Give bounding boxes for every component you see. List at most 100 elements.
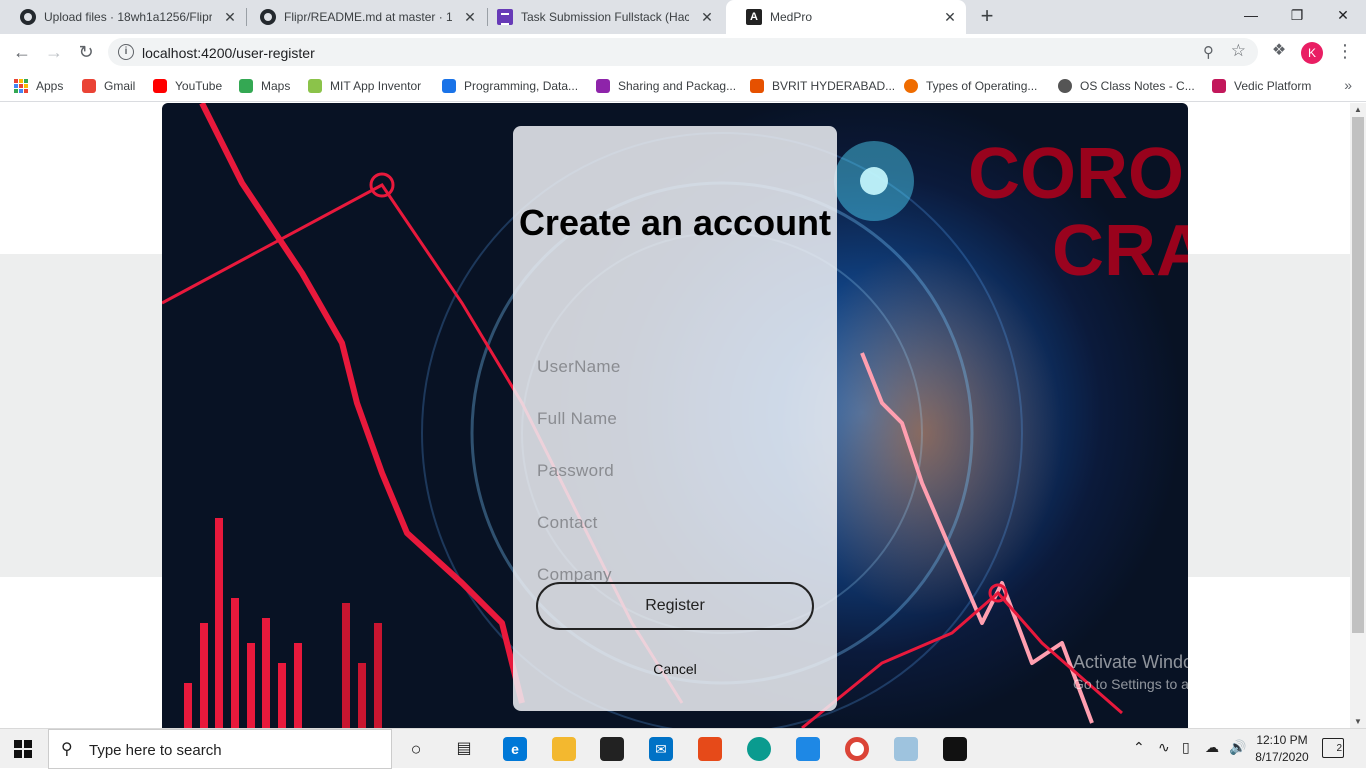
- page-scrollbar[interactable]: ▲ ▼: [1350, 103, 1366, 728]
- terminal-icon[interactable]: [943, 737, 967, 761]
- onedrive-icon[interactable]: ☁: [1205, 739, 1219, 756]
- username-input[interactable]: [537, 352, 813, 382]
- github-icon: [20, 9, 36, 25]
- profile-avatar[interactable]: K: [1301, 42, 1323, 64]
- globe-icon: [1058, 79, 1072, 93]
- bookmark-bvrit[interactable]: BVRIT HYDERABAD...: [750, 77, 895, 95]
- restore-button[interactable]: ❐: [1274, 0, 1320, 30]
- reload-button[interactable]: ↻: [72, 38, 100, 66]
- file-explorer-icon[interactable]: [552, 737, 576, 761]
- windows-start-icon[interactable]: [14, 740, 32, 758]
- contact-input[interactable]: [537, 508, 813, 538]
- bookmark-mit-app-inventor[interactable]: MIT App Inventor: [308, 77, 421, 95]
- cancel-link[interactable]: Cancel: [513, 661, 837, 677]
- tab-title: Task Submission Fullstack (Hacka: [521, 10, 689, 24]
- maps-icon: [239, 79, 253, 93]
- battery-icon[interactable]: ▯: [1182, 739, 1190, 756]
- back-button[interactable]: ←: [8, 38, 36, 66]
- tab-task-submission[interactable]: Task Submission Fullstack (Hacka ✕: [477, 0, 723, 34]
- address-bar[interactable]: i localhost:4200/user-register ⚲ ☆: [108, 38, 1258, 66]
- taskbar-clock[interactable]: 12:10 PM 8/17/2020: [1252, 732, 1312, 766]
- bookmark-youtube[interactable]: YouTube: [153, 77, 222, 95]
- full-name-input[interactable]: [537, 404, 813, 434]
- bookmark-types-of-os[interactable]: Types of Operating...: [904, 77, 1037, 95]
- window-close-button[interactable]: ✕: [1320, 0, 1366, 30]
- watermark-subtitle: Go to Settings to activate Windows.: [1073, 676, 1294, 692]
- close-icon[interactable]: ✕: [942, 9, 958, 25]
- whiteboard-icon[interactable]: [796, 737, 820, 761]
- microsoft-store-icon[interactable]: [600, 737, 624, 761]
- clock-time: 12:10 PM: [1256, 733, 1308, 747]
- network-icon[interactable]: ∿: [1158, 739, 1170, 756]
- close-icon[interactable]: ✕: [699, 9, 715, 25]
- bookmark-programming[interactable]: Programming, Data...: [442, 77, 578, 95]
- tab-title: MedPro: [770, 10, 813, 24]
- bookmark-label: BVRIT HYDERABAD...: [772, 79, 896, 93]
- forward-button[interactable]: →: [40, 38, 68, 66]
- page-content: CORO CRA Create an account Register Canc…: [0, 103, 1350, 728]
- url-text[interactable]: localhost:4200/user-register: [142, 45, 315, 61]
- extensions-puzzle-icon[interactable]: ❖: [1270, 42, 1288, 60]
- github-icon: [260, 9, 276, 25]
- more-bookmarks-icon[interactable]: »: [1344, 77, 1352, 93]
- scrollbar-thumb[interactable]: [1352, 117, 1364, 633]
- bookmark-label: Vedic Platform: [1234, 79, 1312, 93]
- google-forms-icon: [497, 9, 513, 25]
- vedic-icon: [1212, 79, 1226, 93]
- mit-app-inventor-icon: [308, 79, 322, 93]
- bookmark-sharing-packaging[interactable]: Sharing and Packag...: [596, 77, 736, 95]
- edge-chromium-icon[interactable]: [747, 737, 771, 761]
- cortana-icon[interactable]: ○: [404, 737, 428, 761]
- register-button[interactable]: Register: [536, 582, 814, 630]
- clock-date: 8/17/2020: [1255, 750, 1309, 764]
- kebab-menu-icon[interactable]: ⋮: [1336, 41, 1354, 61]
- bookmark-label: Gmail: [104, 79, 136, 93]
- notification-center-icon[interactable]: 2: [1322, 738, 1344, 758]
- sharing-icon: [596, 79, 610, 93]
- bvrit-icon: [750, 79, 764, 93]
- browser-toolbar: ← → ↻ i localhost:4200/user-register ⚲ ☆…: [0, 34, 1366, 70]
- tab-flipr-readme[interactable]: Flipr/README.md at master · 18w ✕: [240, 0, 486, 34]
- angular-icon: A: [746, 9, 762, 25]
- apps-grid-icon: [14, 79, 28, 93]
- office-icon[interactable]: [698, 737, 722, 761]
- bookmark-label: YouTube: [175, 79, 223, 93]
- bookmark-label: Types of Operating...: [926, 79, 1038, 93]
- close-icon[interactable]: ✕: [462, 9, 478, 25]
- scroll-down-icon[interactable]: ▼: [1354, 717, 1362, 726]
- chrome-icon[interactable]: [845, 737, 869, 761]
- edge-legacy-icon[interactable]: e: [503, 737, 527, 761]
- bookmark-label: Apps: [36, 79, 64, 93]
- youtube-icon: [153, 79, 167, 93]
- page-title: Create an account: [518, 202, 832, 243]
- password-input[interactable]: [537, 456, 813, 486]
- tab-medpro[interactable]: A MedPro ✕: [726, 0, 966, 34]
- mail-icon[interactable]: ✉: [649, 737, 673, 761]
- activate-windows-watermark: Activate Windows Go to Settings to activ…: [1073, 652, 1294, 692]
- info-icon[interactable]: i: [118, 44, 134, 60]
- tab-upload-files[interactable]: Upload files · 18wh1a1256/Flipr ✕: [0, 0, 246, 34]
- minimize-button[interactable]: —: [1228, 0, 1274, 30]
- new-tab-button[interactable]: +: [976, 5, 998, 28]
- scroll-up-icon[interactable]: ▲: [1354, 105, 1362, 114]
- bookmark-apps[interactable]: Apps: [14, 77, 63, 95]
- notepad-icon[interactable]: [894, 737, 918, 761]
- volume-icon[interactable]: 🔊: [1229, 739, 1246, 756]
- register-card: Create an account Register Cancel: [513, 126, 837, 711]
- bookmark-label: Sharing and Packag...: [618, 79, 737, 93]
- tab-title: Upload files · 18wh1a1256/Flipr: [44, 10, 212, 24]
- close-icon[interactable]: ✕: [222, 9, 238, 25]
- show-hidden-icons-chevron-icon[interactable]: ⌃: [1133, 739, 1145, 756]
- sololearn-icon: [442, 79, 456, 93]
- bookmark-vedic-platform[interactable]: Vedic Platform: [1212, 77, 1311, 95]
- bookmark-maps[interactable]: Maps: [239, 77, 290, 95]
- taskbar-search-box[interactable]: ⚲ Type here to search: [48, 729, 392, 769]
- bookmarks-bar: Apps Gmail YouTube Maps MIT App Inventor…: [0, 70, 1366, 102]
- bookmark-gmail[interactable]: Gmail: [82, 77, 135, 95]
- bookmark-star-icon[interactable]: ☆: [1231, 41, 1246, 61]
- gmail-icon: [82, 79, 96, 93]
- zoom-icon[interactable]: ⚲: [1203, 43, 1214, 61]
- bookmark-os-class-notes[interactable]: OS Class Notes - C...: [1058, 77, 1195, 95]
- task-view-icon[interactable]: ▤: [452, 737, 476, 761]
- hero-headline-line1: CORO: [968, 134, 1184, 214]
